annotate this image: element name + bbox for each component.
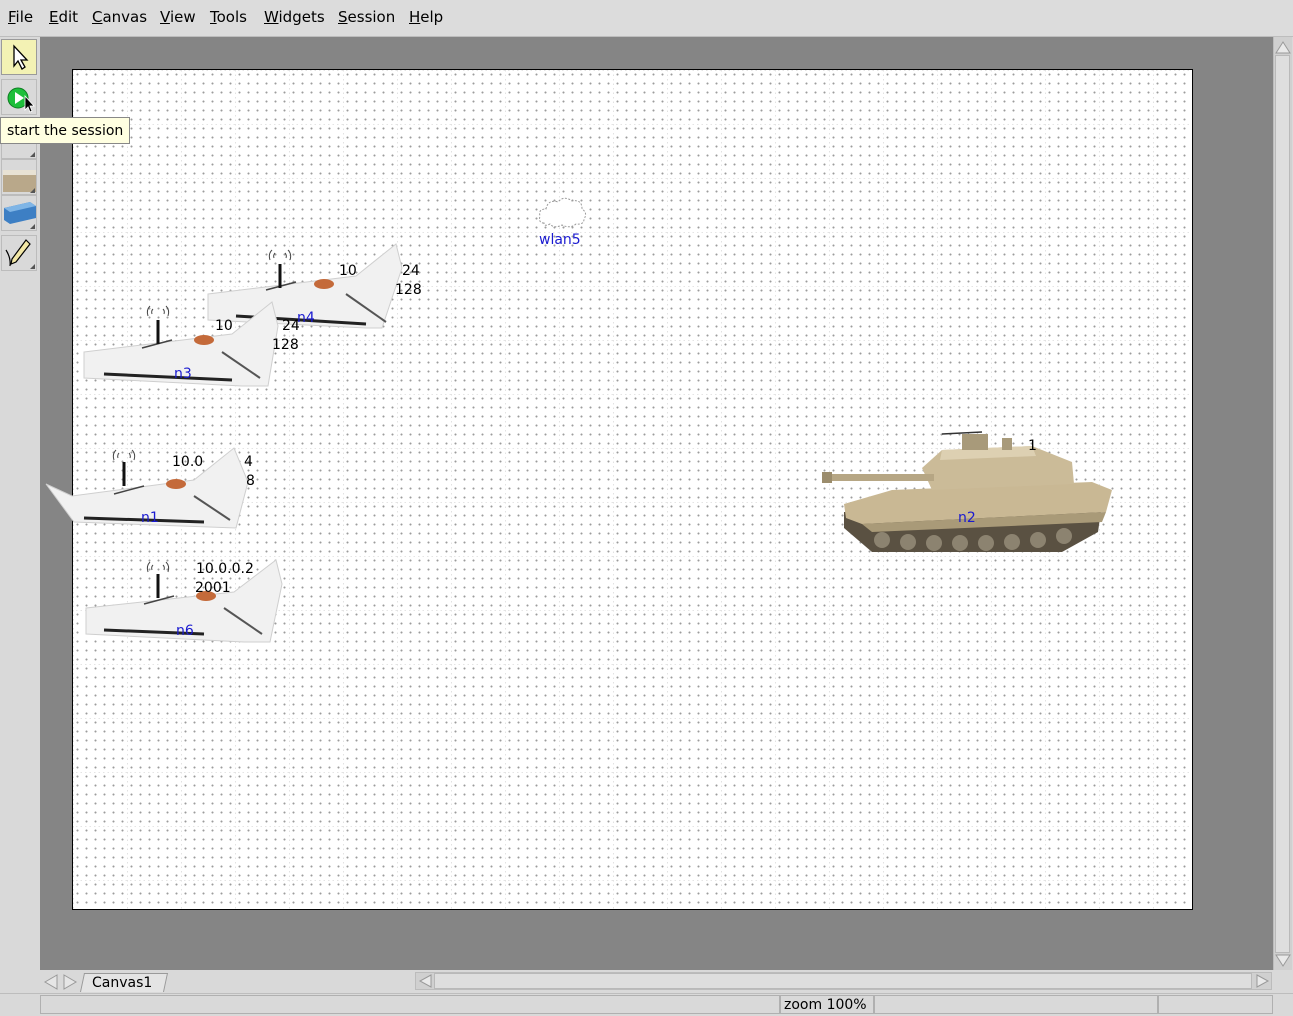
arrow-cursor-icon (13, 44, 29, 70)
zoom-status: zoom 100% (784, 997, 867, 1013)
menu-view[interactable]: View (160, 8, 196, 26)
start-session-button[interactable] (1, 79, 37, 115)
n1-label: n1 (141, 510, 159, 526)
status-bar: zoom 100% (0, 993, 1293, 1016)
menu-edit[interactable]: Edit (49, 8, 78, 26)
scroll-left-icon[interactable] (417, 973, 435, 989)
green-play-icon (7, 87, 35, 113)
n3-address-line1b: 24 (282, 318, 300, 334)
vertical-scroll-thumb[interactable] (1275, 55, 1290, 953)
n1-address-line2: 8 (246, 473, 255, 489)
n4-address-line1b: 24 (402, 263, 420, 279)
network-tool-button[interactable] (1, 195, 37, 231)
select-tool-button[interactable] (1, 39, 37, 75)
scroll-up-icon[interactable] (1274, 39, 1292, 55)
canvas-tab-bar: Canvas1 (40, 971, 415, 993)
scroll-down-icon[interactable] (1274, 953, 1292, 969)
n6-address-line1: 10.0.0.2 (196, 561, 254, 577)
menu-help[interactable]: Help (409, 8, 443, 26)
menu-widgets[interactable]: Widgets (264, 8, 325, 26)
n2-tank-node[interactable] (822, 428, 1114, 564)
menu-bar: File Edit Canvas View Tools Widgets Sess… (0, 0, 1293, 37)
n6-label: n6 (176, 623, 194, 639)
left-toolbar (0, 37, 39, 995)
node-tool-button[interactable] (1, 159, 37, 195)
annotation-tool-button[interactable] (1, 235, 37, 271)
n6-address-line2: 2001 (195, 580, 231, 596)
n3-label: n3 (174, 366, 192, 382)
n3-address-line2: 128 (272, 337, 299, 353)
n1-address-line1a: 10.0 (172, 454, 204, 470)
menu-tools[interactable]: Tools (210, 8, 247, 26)
tab-scroll-right-icon[interactable] (60, 973, 80, 991)
menu-session[interactable]: Session (338, 8, 395, 26)
cloud-icon (539, 197, 587, 228)
n3-address-line1a: 10 (215, 318, 233, 334)
n2-label: n2 (958, 510, 976, 526)
status-cell-end (1158, 995, 1273, 1014)
n4-address-line1a: 10 (339, 263, 357, 279)
n4-address-line2: 128 (395, 282, 422, 298)
menu-file[interactable]: File (8, 8, 33, 26)
status-cell-main (40, 995, 780, 1014)
tab-scroll-left-icon[interactable] (41, 973, 61, 991)
n1-address-line1b: 4 (244, 454, 253, 470)
wlan5-label: wlan5 (539, 232, 581, 248)
menu-canvas[interactable]: Canvas (92, 8, 147, 26)
wlan5-node[interactable] (536, 193, 588, 237)
vertical-scrollbar[interactable] (1273, 37, 1292, 970)
horizontal-scroll-thumb[interactable] (434, 973, 1252, 989)
scroll-right-icon[interactable] (1253, 973, 1271, 989)
horizontal-scrollbar[interactable] (415, 972, 1272, 990)
status-cell-extra (874, 995, 1158, 1014)
tooltip: start the session (0, 117, 131, 144)
tab-canvas1-label: Canvas1 (92, 975, 153, 991)
n2-address-line1: 1 (1028, 438, 1037, 454)
tank-icon (822, 431, 1112, 552)
